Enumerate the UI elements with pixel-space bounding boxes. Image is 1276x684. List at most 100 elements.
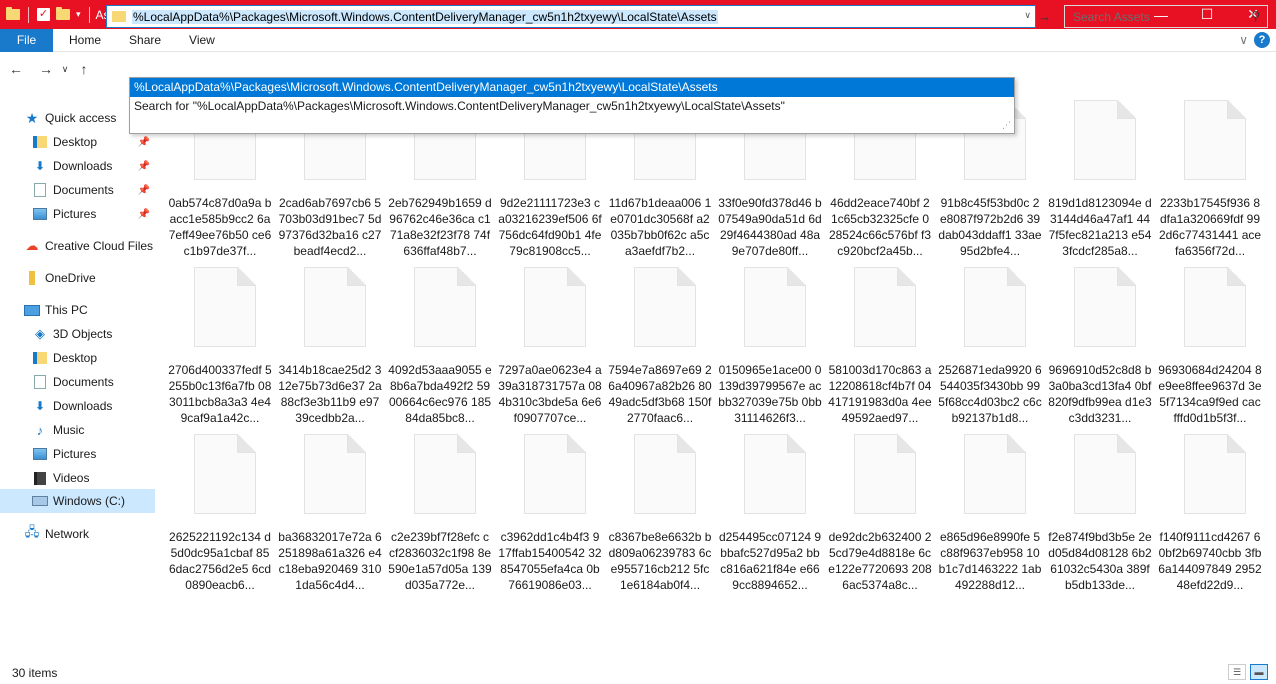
address-autocomplete: %LocalAppData%\Packages\Microsoft.Window… <box>129 77 1015 134</box>
search-icon[interactable]: ⚲ <box>1251 9 1260 23</box>
file-thumbnail-icon <box>854 434 916 514</box>
sidebar-item-music[interactable]: ♪ Music <box>32 418 154 442</box>
file-item[interactable]: 2526871eda9920 6544035f3430bb 995f68cc4d… <box>938 267 1042 427</box>
resize-grip-icon[interactable]: ⋰ <box>1002 120 1011 131</box>
file-name: 4092d53aaa9055 e8b6a7bda492f2 5900664c6e… <box>388 363 492 425</box>
sidebar-item-label: Windows (C:) <box>53 494 126 508</box>
file-item[interactable]: 96930684d24204 8e9ee8ffee9637d 3e5f7134c… <box>1158 267 1262 427</box>
picture-icon <box>33 208 47 220</box>
sidebar-item-this-pc[interactable]: This PC <box>24 298 154 322</box>
file-item[interactable]: 2233b17545f936 8dfa1a320669fdf 992d6c774… <box>1158 100 1262 260</box>
sidebar-item-label: 3D Objects <box>53 327 113 341</box>
file-name: 11d67b1deaa006 1e0701dc30568f a2035b7bb0… <box>608 196 712 258</box>
cube-icon: ◈ <box>35 326 45 341</box>
recent-locations-icon[interactable]: ∨ <box>58 64 72 75</box>
divider <box>28 6 29 23</box>
sidebar-item-documents[interactable]: Documents 📌 <box>32 178 154 202</box>
navigation-pane: ★ Quick access Desktop 📌 ⬇ Downloads 📌 D… <box>0 100 156 660</box>
file-item[interactable]: 9696910d52c8d8 b3a0ba3cd13fa4 0bf820f9df… <box>1048 267 1152 427</box>
file-item[interactable]: ba36832017e72a 6251898a61a326 e4c18eba92… <box>278 434 382 594</box>
file-item[interactable]: 7297a0ae0623e4 a39a318731757a 084b310c3b… <box>498 267 602 427</box>
file-item[interactable]: f140f9111cd4267 60bf2b69740cbb 3fb6a1440… <box>1158 434 1262 594</box>
file-name: d254495cc07124 9bbafc527d95a2 bbc816a621… <box>718 530 822 592</box>
file-item[interactable]: 2625221192c134 d5d0dc95a1cbaf 856dac2756… <box>168 434 272 594</box>
file-item[interactable]: 4092d53aaa9055 e8b6a7bda492f2 5900664c6e… <box>388 267 492 427</box>
file-name: 2233b17545f936 8dfa1a320669fdf 992d6c774… <box>1158 196 1262 258</box>
expand-ribbon-icon[interactable]: ∨ <box>1239 33 1248 47</box>
sidebar-item-videos[interactable]: Videos <box>32 466 154 490</box>
file-thumbnail-icon <box>634 267 696 347</box>
sidebar-item-downloads-pc[interactable]: ⬇ Downloads <box>32 394 154 418</box>
file-item[interactable]: c2e239bf7f28efc ccf2836032c1f98 8e590e1a… <box>388 434 492 594</box>
up-arrow-icon[interactable]: ↑ <box>72 61 96 77</box>
file-item[interactable]: c3962dd1c4b4f3 917ffab15400542 328547055… <box>498 434 602 594</box>
file-name: 2cad6ab7697cb6 5703b03d91bec7 5d97376d32… <box>278 196 382 258</box>
file-item[interactable]: 3414b18cae25d2 312e75b73d6e37 2a88cf3e3b… <box>278 267 382 427</box>
file-name: c8367be8e6632b bd809a06239783 6ce955716c… <box>608 530 712 592</box>
file-thumbnail-icon <box>1184 267 1246 347</box>
file-item[interactable]: d254495cc07124 9bbafc527d95a2 bbc816a621… <box>718 434 822 594</box>
folder-icon <box>112 11 126 22</box>
tab-file[interactable]: File <box>0 28 53 52</box>
file-thumbnail-icon <box>414 434 476 514</box>
help-icon[interactable]: ? <box>1254 32 1270 48</box>
search-input[interactable]: Search Assets ⚲ <box>1064 5 1268 28</box>
file-thumbnail-icon <box>1184 100 1246 180</box>
pin-icon[interactable]: 📌 <box>138 185 150 196</box>
sidebar-item-windows-c[interactable]: Windows (C:) <box>0 489 155 513</box>
file-name: 7297a0ae0623e4 a39a318731757a 084b310c3b… <box>498 363 602 425</box>
new-folder-icon[interactable] <box>56 7 70 20</box>
address-bar[interactable]: %LocalAppData%\Packages\Microsoft.Window… <box>106 5 1036 28</box>
forward-arrow-icon[interactable]: → <box>34 61 58 77</box>
sidebar-item-pictures-pc[interactable]: Pictures <box>32 442 154 466</box>
sidebar-item-pictures[interactable]: Pictures 📌 <box>32 202 154 226</box>
sidebar-item-label: This PC <box>45 303 88 317</box>
sidebar-item-3d-objects[interactable]: ◈ 3D Objects <box>32 322 154 346</box>
autocomplete-item[interactable]: %LocalAppData%\Packages\Microsoft.Window… <box>130 78 1014 97</box>
file-name: 581003d170c863 a12208618cf4b7f 044171919… <box>828 363 932 425</box>
file-name: 7594e7a8697e69 26a40967a82b26 8049adc5df… <box>608 363 712 425</box>
file-item[interactable]: c8367be8e6632b bd809a06239783 6ce955716c… <box>608 434 712 594</box>
sidebar-item-label: Downloads <box>53 159 113 173</box>
properties-icon[interactable]: ✓ <box>37 8 50 21</box>
large-icons-view-icon[interactable]: ▬ <box>1250 664 1268 680</box>
pin-icon[interactable]: 📌 <box>138 209 150 220</box>
customize-toolbar-icon[interactable]: ▾ <box>76 9 81 20</box>
file-item[interactable]: 2706d400337fedf 5255b0c13f6a7fb 083011bc… <box>168 267 272 427</box>
sidebar-item-network[interactable]: 🖧 Network <box>24 522 154 546</box>
tab-share[interactable]: Share <box>115 29 175 52</box>
picture-icon <box>33 448 47 460</box>
address-input[interactable]: %LocalAppData%\Packages\Microsoft.Window… <box>132 9 718 24</box>
file-item[interactable]: 7594e7a8697e69 26a40967a82b26 8049adc5df… <box>608 267 712 427</box>
back-arrow-icon[interactable]: ← <box>4 61 28 77</box>
sidebar-item-downloads[interactable]: ⬇ Downloads 📌 <box>32 154 154 178</box>
go-arrow-icon[interactable]: → <box>1038 9 1051 24</box>
tab-view[interactable]: View <box>175 29 229 52</box>
details-view-icon[interactable]: ☰ <box>1228 664 1246 680</box>
network-icon: 🖧 <box>24 524 40 539</box>
download-icon: ⬇ <box>34 159 46 173</box>
autocomplete-item[interactable]: Search for "%LocalAppData%\Packages\Micr… <box>130 97 1014 116</box>
file-item[interactable]: e865d96e8990fe 5c88f9637eb958 10b1c7d146… <box>938 434 1042 594</box>
sidebar-item-desktop-pc[interactable]: Desktop <box>32 346 154 370</box>
sidebar-item-label: Network <box>45 527 90 541</box>
pin-icon[interactable]: 📌 <box>138 137 150 148</box>
file-item[interactable]: 819d1d8123094e d3144d46a47af1 447f5fec82… <box>1048 100 1152 260</box>
pin-icon[interactable]: 📌 <box>138 161 150 172</box>
tab-home[interactable]: Home <box>53 29 115 52</box>
file-name: 9d2e21111723e3 ca03216239ef506 6f756dc64… <box>498 196 602 258</box>
file-item[interactable]: de92dc2b632400 25cd79e4d8818e 6ce122e772… <box>828 434 932 594</box>
sidebar-item-onedrive[interactable]: OneDrive <box>24 266 154 290</box>
download-icon: ⬇ <box>34 399 46 413</box>
folder-icon <box>6 7 20 20</box>
file-item[interactable]: 0150965e1ace00 0139d39799567e acbb327039… <box>718 267 822 427</box>
file-item[interactable]: f2e874f9bd3b5e 2ed05d84d08128 6b261032c5… <box>1048 434 1152 594</box>
chevron-down-icon[interactable]: ∨ <box>1024 10 1031 21</box>
file-name: c2e239bf7f28efc ccf2836032c1f98 8e590e1a… <box>388 530 492 592</box>
file-item[interactable]: 581003d170c863 a12208618cf4b7f 044171919… <box>828 267 932 427</box>
file-list: 0ab574c87d0a9a bacc1e585b9cc2 6a7eff49ee… <box>162 100 1276 660</box>
file-thumbnail-icon <box>744 267 806 347</box>
sidebar-item-creative-cloud[interactable]: ☁ Creative Cloud Files <box>24 234 154 258</box>
sidebar-item-label: Videos <box>53 471 90 485</box>
sidebar-item-documents-pc[interactable]: Documents <box>32 370 154 394</box>
